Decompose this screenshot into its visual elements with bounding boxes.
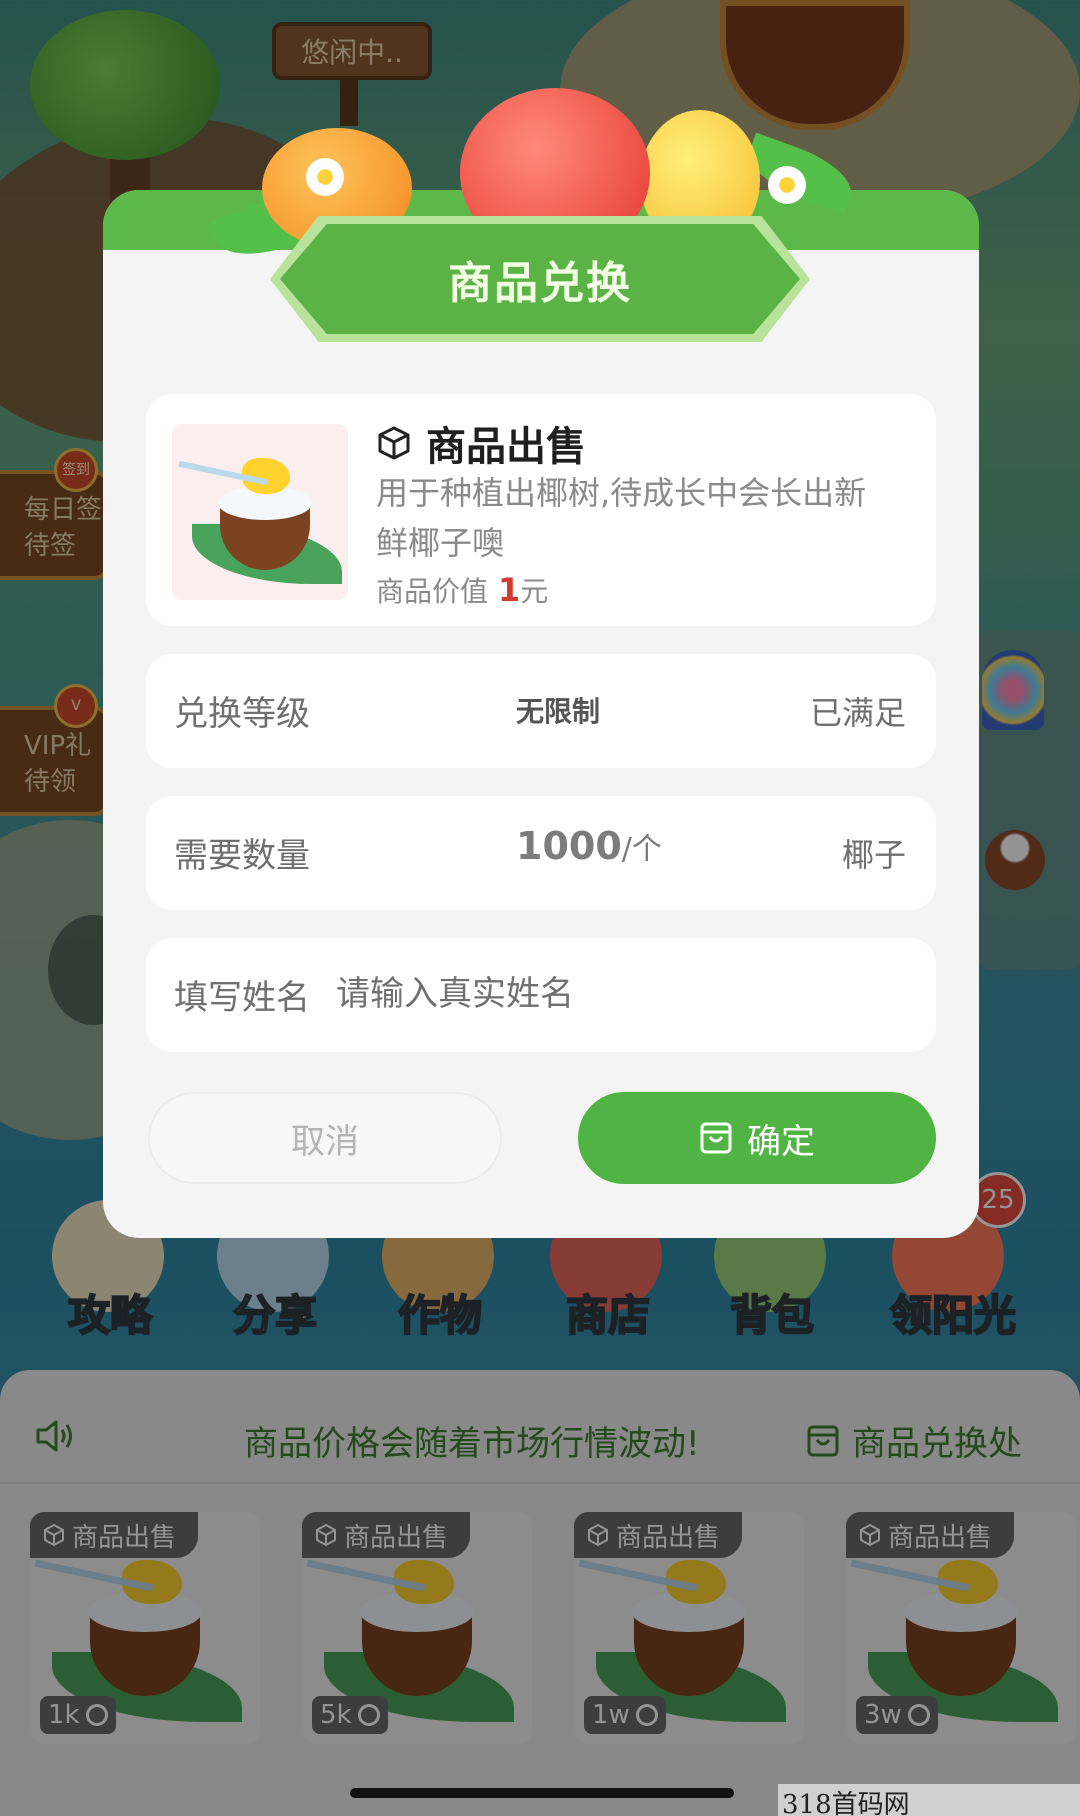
product-description: 用于种植出椰树,待成长中会长出新鲜椰子噢 — [376, 474, 867, 562]
required-quantity-value: 1000/个 — [516, 824, 662, 868]
home-indicator[interactable] — [350, 1788, 734, 1798]
price-value: 1 — [498, 571, 521, 609]
price-unit: 元 — [520, 575, 549, 608]
name-field-label: 填写姓名 — [174, 978, 310, 1018]
quantity-number: 1000 — [516, 824, 622, 868]
cancel-button[interactable]: 取消 — [148, 1092, 502, 1184]
real-name-input[interactable] — [336, 964, 896, 1024]
required-item-name: 椰子 — [841, 836, 906, 874]
coconut-product-image — [172, 424, 348, 600]
watermark: 318首码网 www.E318.com — [778, 1784, 1080, 1816]
product-title-row: 商品出售 — [376, 414, 586, 472]
required-quantity-row: 需要数量 1000/个 椰子 — [146, 796, 936, 910]
modal-title: 商品兑换 — [280, 224, 800, 334]
flower-icon — [768, 166, 806, 204]
name-input-row: 填写姓名 — [146, 938, 936, 1052]
confirm-button[interactable]: 确定 — [578, 1092, 936, 1184]
exchange-level-row: 兑换等级 无限制 已满足 — [146, 654, 936, 768]
product-name: 商品出售 — [426, 424, 586, 470]
exchange-level-value: 无限制 — [516, 695, 601, 728]
price-label: 商品价值 — [376, 575, 489, 608]
exchange-level-status: 已满足 — [809, 694, 906, 732]
product-card: 商品出售 用于种植出椰树,待成长中会长出新鲜椰子噢 商品价值 1元 — [146, 394, 936, 626]
quantity-unit: /个 — [621, 832, 662, 867]
exchange-level-label: 兑换等级 — [174, 694, 310, 734]
box-icon — [378, 426, 410, 460]
required-quantity-label: 需要数量 — [174, 836, 310, 876]
flower-icon — [306, 158, 344, 196]
confirm-label: 确定 — [747, 1121, 815, 1162]
bag-icon — [700, 1122, 732, 1154]
product-price: 商品价值 1元 — [376, 570, 548, 610]
